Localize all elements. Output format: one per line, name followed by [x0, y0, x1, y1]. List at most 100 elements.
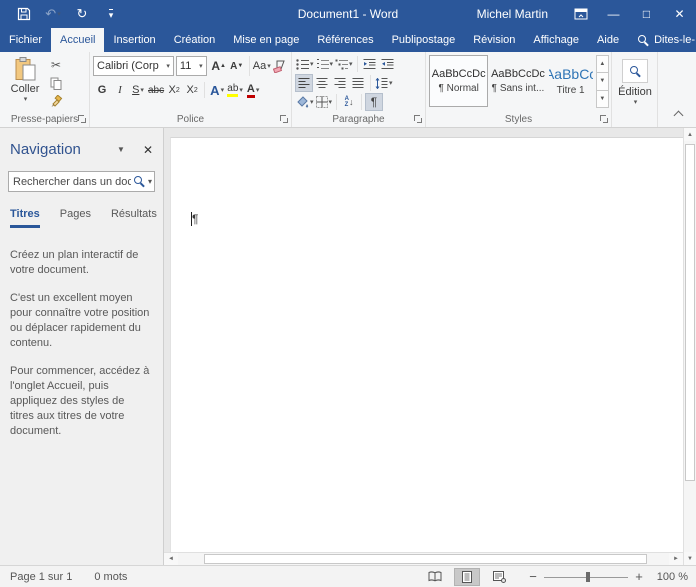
nav-search-input[interactable] [13, 175, 131, 188]
horizontal-scrollbar[interactable]: ◄ ► [164, 552, 683, 565]
view-web-layout-button[interactable] [486, 568, 512, 586]
scroll-right-button[interactable]: ► [669, 553, 683, 565]
style-no-spacing[interactable]: AaBbCcDc ¶ Sans int... [488, 55, 547, 107]
navigation-menu-arrow-icon[interactable]: ▼ [117, 145, 125, 154]
undo-button[interactable]: ↶ ▾ [45, 4, 61, 24]
multilevel-list-button[interactable]: ▾ [334, 55, 354, 73]
style-heading1[interactable]: AaBbCc Titre 1 [548, 55, 594, 107]
vertical-scroll-track[interactable] [684, 141, 696, 552]
styles-scroll-down-button[interactable]: ▼ [595, 72, 609, 91]
shading-button[interactable]: ▾ [295, 93, 315, 111]
tab-references[interactable]: Références [308, 28, 382, 52]
scroll-left-button[interactable]: ◄ [164, 553, 178, 565]
justify-button[interactable] [349, 74, 367, 92]
close-button[interactable]: ✕ [663, 0, 696, 28]
tell-me-box[interactable]: Dites-le- [630, 28, 696, 52]
font-dialog-launcher[interactable] [280, 115, 288, 123]
highlight-button[interactable]: ab ▾ [226, 81, 244, 99]
redo-icon: ↻ [76, 6, 88, 21]
tab-publipostage[interactable]: Publipostage [383, 28, 465, 52]
borders-button[interactable]: ▾ [315, 93, 334, 111]
nav-tab-resultats[interactable]: Résultats [111, 208, 157, 228]
customize-qat-button[interactable]: ▾ [103, 4, 119, 24]
nav-search-icon[interactable] [133, 176, 145, 187]
horizontal-scroll-thumb[interactable] [204, 554, 647, 564]
nav-search-dropdown-icon[interactable]: ▾ [148, 177, 152, 186]
paste-button[interactable]: Coller ▾ [3, 55, 47, 111]
collapse-ribbon-button[interactable] [673, 110, 684, 121]
styles-scroll-up-button[interactable]: ▲ [595, 55, 609, 74]
cut-button[interactable]: ✂ [47, 57, 65, 73]
styles-dialog-launcher[interactable] [600, 115, 608, 123]
style-normal[interactable]: AaBbCcDc ¶ Normal [429, 55, 489, 107]
scroll-down-button[interactable]: ▼ [684, 552, 696, 565]
zoom-slider[interactable] [544, 571, 628, 583]
tab-aide[interactable]: Aide [588, 28, 628, 52]
line-spacing-button[interactable]: ▾ [374, 74, 394, 92]
zoom-level[interactable]: 100 % [650, 571, 688, 583]
tab-insertion[interactable]: Insertion [104, 28, 164, 52]
paragraph-dialog-launcher[interactable] [414, 115, 422, 123]
title-bar-right: Michel Martin — □ ✕ [477, 0, 696, 28]
ribbon-display-options-button[interactable] [564, 0, 597, 28]
styles-gallery-scroll: ▲ ▼ ▼ [595, 55, 609, 108]
tab-fichier[interactable]: Fichier [0, 28, 51, 52]
view-print-layout-button[interactable] [454, 567, 480, 586]
save-button[interactable] [16, 4, 32, 24]
format-painter-button[interactable] [47, 93, 65, 109]
underline-button[interactable]: S ▾ [129, 81, 147, 99]
nav-tab-titres[interactable]: Titres [10, 208, 40, 228]
word-count-status[interactable]: 0 mots [92, 571, 129, 583]
subscript-button[interactable]: X2 [165, 81, 183, 99]
vertical-scroll-thumb[interactable] [685, 144, 695, 482]
align-right-button[interactable] [331, 74, 349, 92]
redo-button[interactable]: ↻ [74, 4, 90, 24]
bold-button[interactable]: G [93, 81, 111, 99]
tab-affichage[interactable]: Affichage [524, 28, 588, 52]
superscript-button[interactable]: X2 [183, 81, 201, 99]
vertical-scrollbar[interactable]: ▲ ▼ [683, 128, 696, 565]
document-page[interactable]: ¶ [170, 137, 683, 552]
strikethrough-button[interactable]: abc [147, 81, 165, 99]
italic-button[interactable]: I [111, 81, 129, 99]
tab-mise-en-page[interactable]: Mise en page [224, 28, 308, 52]
text-effects-button[interactable]: A ▾ [208, 81, 226, 99]
font-color-button[interactable]: A ▾ [244, 81, 262, 99]
increase-indent-button[interactable] [379, 55, 397, 73]
zoom-out-button[interactable]: − [528, 569, 538, 584]
account-name[interactable]: Michel Martin [477, 7, 548, 21]
zoom-in-button[interactable]: + [634, 569, 644, 584]
tab-accueil[interactable]: Accueil [51, 28, 105, 52]
shrink-font-button[interactable]: A ▼ [228, 57, 246, 75]
align-left-button[interactable] [295, 74, 313, 92]
copy-button[interactable] [47, 75, 65, 91]
increase-indent-icon [381, 58, 394, 69]
align-center-button[interactable] [313, 74, 331, 92]
numbering-button[interactable]: ▾ [315, 55, 335, 73]
clipboard-dialog-launcher[interactable] [78, 115, 86, 123]
sort-button[interactable]: AZ ↓ [340, 93, 358, 111]
bullets-button[interactable]: ▾ [295, 55, 315, 73]
clear-formatting-icon [272, 60, 285, 73]
scroll-up-button[interactable]: ▲ [684, 128, 696, 141]
page-count-status[interactable]: Page 1 sur 1 [8, 571, 74, 583]
grow-font-button[interactable]: A ▲ [210, 57, 228, 75]
show-formatting-marks-button[interactable]: ¶ [365, 93, 384, 111]
view-read-mode-button[interactable] [422, 568, 448, 586]
font-name-combobox[interactable]: Calibri (Corp ▾ [93, 56, 174, 76]
maximize-button[interactable]: □ [630, 0, 663, 28]
change-case-button[interactable]: Aa ▾ [253, 57, 271, 75]
zoom-slider-thumb[interactable] [586, 571, 590, 582]
font-size-combobox[interactable]: 11 ▾ [175, 56, 207, 76]
tab-revision[interactable]: Révision [464, 28, 524, 52]
find-icon [629, 65, 641, 77]
styles-more-button[interactable]: ▼ [595, 89, 609, 108]
nav-tab-pages[interactable]: Pages [60, 208, 91, 228]
minimize-button[interactable]: — [597, 0, 630, 28]
editing-button[interactable]: Édition ▾ [615, 55, 655, 106]
horizontal-scroll-track[interactable] [178, 553, 669, 565]
decrease-indent-button[interactable] [361, 55, 379, 73]
navigation-close-icon[interactable]: ✕ [143, 143, 153, 157]
clear-formatting-button[interactable] [271, 57, 289, 75]
tab-creation[interactable]: Création [165, 28, 225, 52]
